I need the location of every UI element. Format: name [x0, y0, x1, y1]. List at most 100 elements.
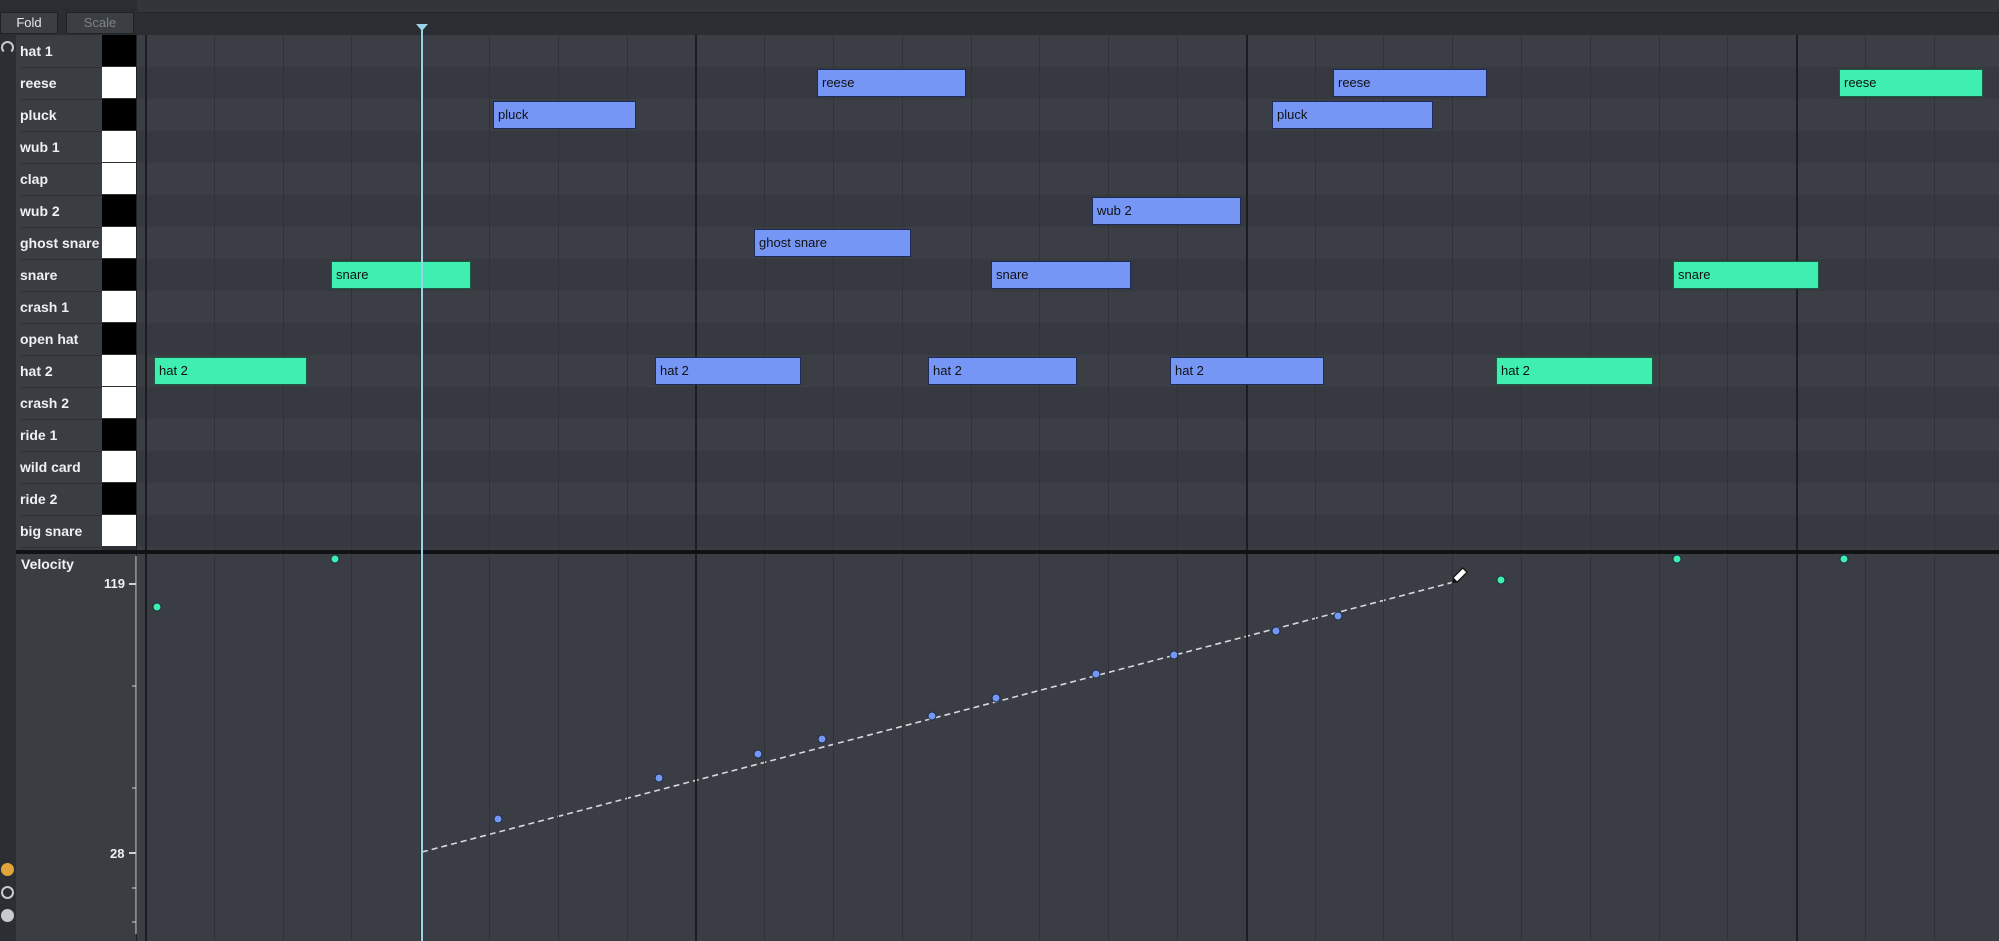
lane-row[interactable] [137, 387, 1999, 419]
lane-key[interactable] [102, 291, 136, 322]
clip-wub-2[interactable]: wub 2 [1092, 197, 1241, 225]
lane-key[interactable] [102, 355, 136, 386]
lane-key[interactable] [102, 227, 136, 258]
clip-ghost-snare[interactable]: ghost snare [754, 229, 911, 257]
beat-line [901, 554, 903, 941]
lane-key[interactable] [102, 419, 136, 450]
lane-row[interactable] [137, 67, 1999, 99]
clip-hat-2[interactable]: hat 2 [655, 357, 801, 385]
lane-key[interactable] [102, 323, 136, 354]
clip-hat-2[interactable]: hat 2 [928, 357, 1077, 385]
velocity-point[interactable] [1672, 554, 1682, 564]
beat-line [351, 35, 353, 550]
record-icon[interactable] [1, 863, 14, 876]
velocity-point[interactable] [1496, 575, 1506, 585]
lane-key[interactable] [102, 67, 136, 98]
lane-name[interactable]: wub 2 [20, 195, 102, 228]
lane-row[interactable] [137, 35, 1999, 67]
clip-snare[interactable]: snare [1673, 261, 1819, 289]
velocity-point[interactable] [654, 773, 664, 783]
beat-line [1865, 554, 1866, 941]
beat-line [557, 554, 559, 941]
lane-row[interactable] [137, 419, 1999, 451]
velocity-header: Velocity 119 28 [16, 554, 136, 941]
lane-name[interactable]: reese [20, 67, 102, 100]
fold-button[interactable]: Fold [0, 12, 58, 34]
lane-names: hat 1 reese pluck wub 1 clap wub 2 ghost snare… [16, 35, 102, 550]
headphones-icon[interactable] [1, 41, 14, 54]
velocity-point[interactable] [991, 693, 1001, 703]
velocity-point[interactable] [152, 602, 162, 612]
velocity-point[interactable] [753, 749, 763, 759]
velocity-point[interactable] [817, 734, 827, 744]
lane-row[interactable] [137, 483, 1999, 515]
toolbar: Fold Scale [0, 0, 1999, 36]
lane-name[interactable]: ride 2 [20, 483, 102, 516]
lane-row[interactable] [137, 227, 1999, 259]
bar-line [695, 554, 698, 941]
lane-row[interactable] [137, 131, 1999, 163]
clip-grid[interactable]: hat 2 snare pluck hat 2 ghost snare reese hat … [137, 35, 1999, 550]
velocity-ramp-line[interactable] [421, 581, 1455, 853]
lane-key[interactable] [102, 163, 136, 194]
timeline-ruler[interactable] [137, 0, 1999, 13]
lane-key[interactable] [102, 387, 136, 418]
clip-snare[interactable]: snare [331, 261, 471, 289]
beat-line [213, 554, 215, 941]
lane-key[interactable] [102, 99, 136, 130]
velocity-point[interactable] [493, 814, 503, 824]
lane-name[interactable]: crash 1 [20, 291, 102, 324]
lane-key[interactable] [102, 259, 136, 290]
beat-line [833, 554, 834, 941]
lane-name[interactable]: big snare [20, 515, 102, 548]
velocity-lane[interactable] [137, 554, 1999, 941]
lane-key[interactable] [102, 483, 136, 514]
lane-row[interactable] [137, 291, 1999, 323]
back-icon[interactable] [1, 886, 14, 899]
velocity-point[interactable] [1839, 554, 1849, 564]
playhead[interactable] [421, 30, 423, 941]
lane-name[interactable]: wub 1 [20, 131, 102, 164]
clip-reese[interactable]: reese [1333, 69, 1487, 97]
lane-name[interactable]: clap [20, 163, 102, 196]
lane-name[interactable]: crash 2 [20, 387, 102, 420]
clip-reese[interactable]: reese [817, 69, 966, 97]
lane-row[interactable] [137, 515, 1999, 547]
clip-hat-2[interactable]: hat 2 [1170, 357, 1324, 385]
clip-pluck[interactable]: pluck [493, 101, 636, 129]
lane-key[interactable] [102, 131, 136, 162]
lane-key[interactable] [102, 515, 136, 546]
lane-name[interactable]: hat 2 [20, 355, 102, 388]
clip-snare[interactable]: snare [991, 261, 1131, 289]
lane-key[interactable] [102, 451, 136, 482]
play-icon[interactable] [1, 909, 14, 922]
lane-name[interactable]: open hat [20, 323, 102, 356]
clip-pluck[interactable]: pluck [1272, 101, 1433, 129]
clip-hat-2[interactable]: hat 2 [154, 357, 307, 385]
velocity-graph[interactable] [137, 554, 1999, 941]
beat-line [1521, 554, 1522, 941]
lane-name[interactable]: snare [20, 259, 102, 292]
lane-row[interactable] [137, 195, 1999, 227]
velocity-point[interactable] [1271, 626, 1281, 636]
lane-key[interactable] [102, 195, 136, 226]
velocity-point[interactable] [927, 711, 937, 721]
scale-button[interactable]: Scale [66, 12, 134, 34]
lane-name[interactable]: pluck [20, 99, 102, 132]
lane-name[interactable]: ride 1 [20, 419, 102, 452]
velocity-point[interactable] [1333, 611, 1343, 621]
lane-name[interactable]: hat 1 [20, 35, 102, 68]
lane-row[interactable] [137, 163, 1999, 195]
lane-row[interactable] [137, 99, 1999, 131]
lane-key[interactable] [102, 35, 136, 66]
velocity-tick-high: 119 [104, 576, 125, 591]
lane-row[interactable] [137, 451, 1999, 483]
clip-hat-2[interactable]: hat 2 [1496, 357, 1653, 385]
lane-name[interactable]: wild card [20, 451, 102, 484]
lane-name[interactable]: ghost snare [20, 227, 102, 260]
velocity-point[interactable] [330, 554, 340, 564]
clip-reese[interactable]: reese [1839, 69, 1983, 97]
beat-line [970, 554, 972, 941]
lane-row[interactable] [137, 323, 1999, 355]
velocity-point[interactable] [1091, 669, 1101, 679]
